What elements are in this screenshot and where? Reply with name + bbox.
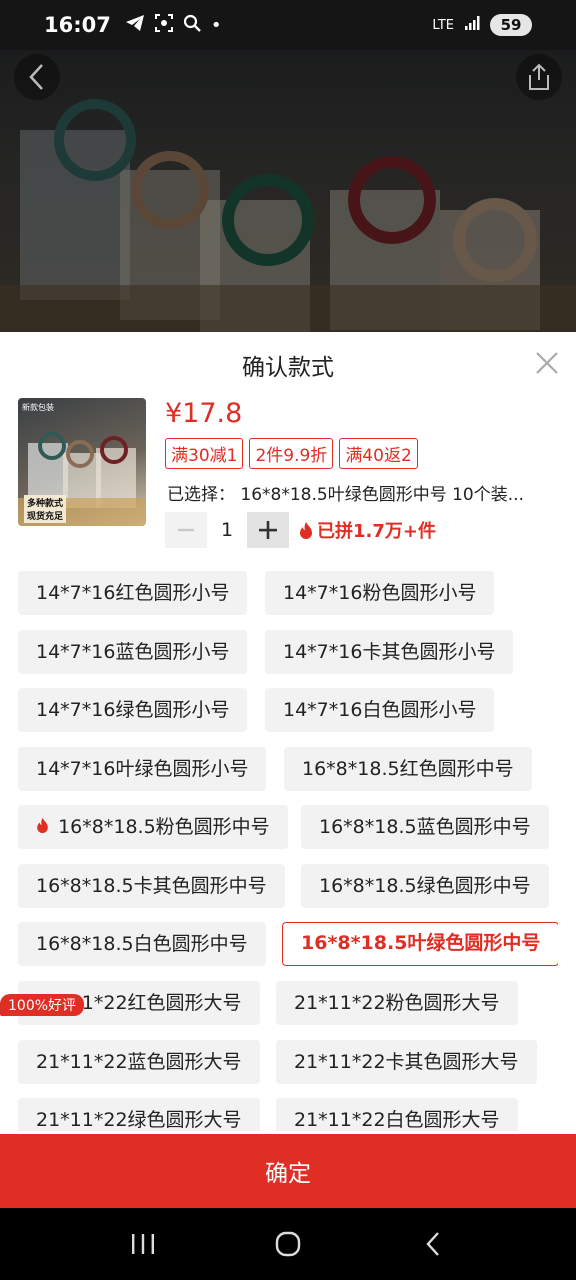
option-item[interactable]: 21*11*22粉色圆形大号 — [276, 981, 518, 1025]
signal-icon — [464, 15, 480, 35]
option-item[interactable]: 16*8*18.5绿色圆形中号 — [301, 864, 549, 908]
promo-tags: 满30减1 2件9.9折 满40返2 — [165, 438, 418, 469]
minus-icon — [178, 528, 194, 532]
close-icon — [536, 352, 558, 374]
plus-icon — [259, 521, 277, 539]
style-options: 14*7*16红色圆形小号 14*7*16粉色圆形小号 14*7*16蓝色圆形小… — [18, 571, 558, 1131]
system-nav-bar — [0, 1208, 576, 1280]
option-item[interactable]: 14*7*16白色圆形小号 — [265, 688, 495, 732]
notification-dot-icon: • — [210, 14, 222, 36]
share-button[interactable] — [516, 54, 562, 100]
decrease-button[interactable] — [165, 512, 207, 548]
fire-icon — [36, 817, 54, 837]
option-item[interactable]: 16*8*18.5红色圆形中号 — [284, 747, 532, 791]
selected-summary: 已选择： 16*8*18.5叶绿色圆形中号 10个装... — [167, 485, 524, 505]
recent-apps-button[interactable] — [113, 1219, 173, 1269]
option-item[interactable]: 14*7*16叶绿色圆形小号 — [18, 747, 267, 791]
home-button[interactable] — [258, 1219, 318, 1269]
recents-icon — [131, 1234, 154, 1254]
fire-icon — [300, 522, 312, 539]
promo-tag: 满40返2 — [339, 438, 418, 469]
back-button[interactable] — [14, 54, 60, 100]
option-item[interactable]: 21*11*22蓝色圆形大号 — [18, 1040, 260, 1084]
telegram-icon — [125, 14, 145, 37]
product-price: ¥17.8 — [165, 398, 243, 429]
option-label: 16*8*18.5粉色圆形中号 — [58, 816, 270, 838]
option-item[interactable]: 14*7*16绿色圆形小号 — [18, 688, 248, 732]
rating-badge: 100%好评 — [0, 994, 85, 1016]
home-icon — [275, 1231, 301, 1257]
option-item[interactable]: 16*8*18.5卡其色圆形中号 — [18, 864, 285, 908]
sheet-title: 确认款式 — [242, 355, 334, 381]
option-item[interactable]: 14*7*16红色圆形小号 — [18, 571, 248, 615]
search-icon — [183, 14, 201, 37]
option-item[interactable]: 16*8*18.5白色圆形中号 — [18, 922, 266, 966]
network-type: LTE — [432, 17, 454, 33]
option-item-popular[interactable]: 16*8*18.5粉色圆形中号 — [18, 805, 288, 849]
chevron-left-icon — [29, 64, 43, 90]
option-item[interactable]: 21*11*22白色圆形大号 — [276, 1098, 518, 1131]
back-icon — [426, 1232, 440, 1256]
group-buy-count: 已拼1.7万+件 — [299, 517, 436, 543]
option-item-selected[interactable]: 16*8*18.5叶绿色圆形中号 — [282, 922, 558, 966]
battery-indicator: 59 — [490, 14, 532, 36]
thumbnail-tag: 新款包装 — [22, 403, 54, 412]
promo-tag: 2件9.9折 — [249, 438, 334, 469]
product-thumbnail[interactable]: 新款包装 多种款式 现货充足 — [18, 398, 146, 526]
share-icon — [529, 63, 549, 90]
screenshot-icon — [154, 13, 173, 37]
option-item[interactable]: 21*11*22绿色圆形大号 — [18, 1098, 260, 1131]
option-item[interactable]: 14*7*16卡其色圆形小号 — [265, 630, 514, 674]
style-selection-sheet: 确认款式 新款包装 多种款式 现货充足 ¥17.8 满30减1 2件9.9折 满… — [0, 332, 576, 1208]
product-hero-image — [0, 40, 576, 332]
option-item[interactable]: 14*7*16蓝色圆形小号 — [18, 630, 248, 674]
group-buy-text: 已拼1.7万+件 — [317, 521, 436, 542]
thumbnail-caption: 现货充足 — [24, 508, 67, 523]
back-nav-button[interactable] — [403, 1219, 463, 1269]
option-item[interactable]: 16*8*18.5蓝色圆形中号 — [301, 805, 549, 849]
promo-tag: 满30减1 — [165, 438, 244, 469]
status-bar: 16:07 • LTE 59 — [0, 0, 576, 50]
status-icons: • — [125, 13, 222, 37]
status-time: 16:07 — [44, 13, 111, 37]
close-button[interactable] — [534, 350, 560, 376]
quantity-stepper: 1 已拼1.7万+件 — [165, 512, 436, 548]
option-item[interactable]: 14*7*16粉色圆形小号 — [265, 571, 495, 615]
quantity-value[interactable]: 1 — [207, 519, 247, 541]
option-item[interactable]: 21*11*22卡其色圆形大号 — [276, 1040, 537, 1084]
increase-button[interactable] — [247, 512, 289, 548]
confirm-button[interactable]: 确定 — [0, 1134, 576, 1208]
